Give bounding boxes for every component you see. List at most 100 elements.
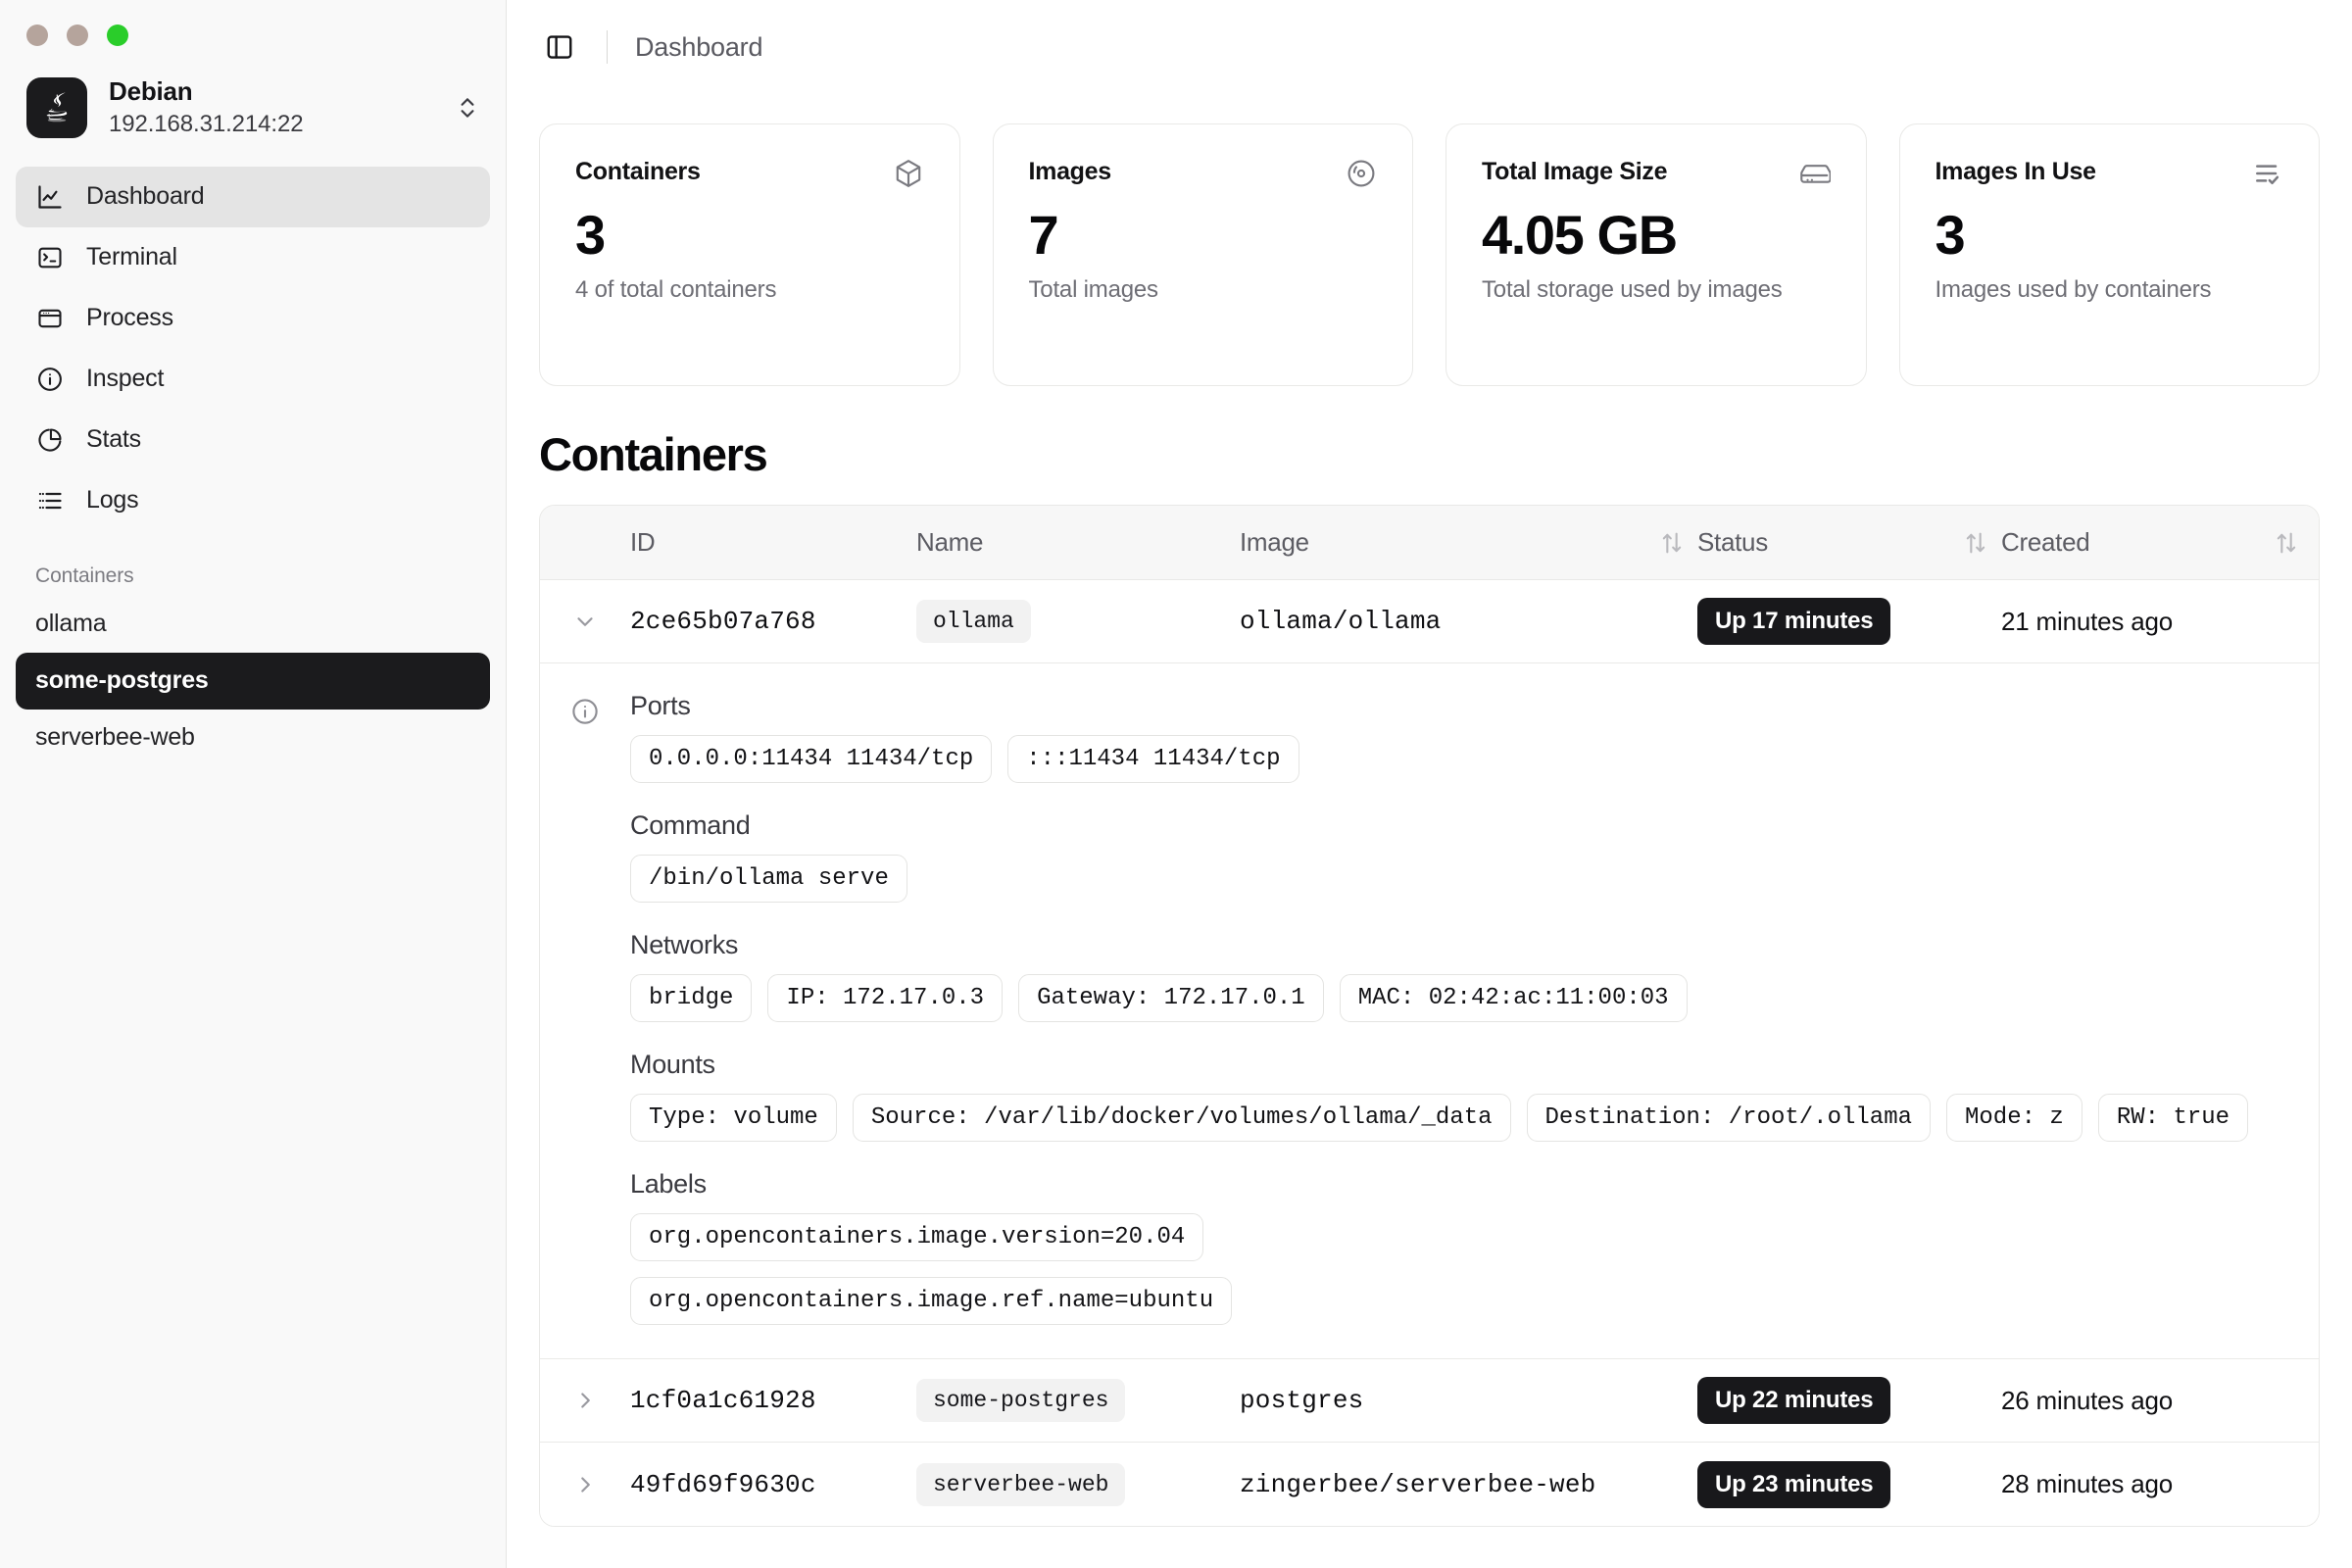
stat-card-title: Images bbox=[1029, 158, 1111, 186]
info-circle-icon bbox=[540, 691, 630, 1325]
stat-card-containers: Containers 3 4 of total containers bbox=[539, 123, 960, 386]
container-name-chip: ollama bbox=[916, 600, 1031, 643]
sidebar-item-terminal[interactable]: Terminal bbox=[16, 227, 490, 288]
sidebar-container-label: some-postgres bbox=[35, 666, 209, 695]
page-title: Containers bbox=[539, 427, 2352, 481]
chevrons-up-down-icon[interactable] bbox=[451, 95, 484, 121]
sidebar-item-inspect[interactable]: Inspect bbox=[16, 349, 490, 410]
detail-chip: RW: true bbox=[2098, 1094, 2248, 1142]
table-row[interactable]: 49fd69f9630c serverbee-web zingerbee/ser… bbox=[540, 1443, 2319, 1526]
stat-card-value: 4.05 GB bbox=[1482, 207, 1831, 265]
sidebar: Debian 192.168.31.214:22 Dashboard bbox=[0, 0, 507, 1568]
expand-row-button[interactable] bbox=[540, 1388, 630, 1413]
status-badge: Up 23 minutes bbox=[1697, 1461, 1890, 1508]
detail-chip: /bin/ollama serve bbox=[630, 855, 907, 903]
sidebar-container-serverbee-web[interactable]: serverbee-web bbox=[16, 710, 490, 766]
close-window-button[interactable] bbox=[26, 24, 48, 46]
maximize-window-button[interactable] bbox=[107, 24, 128, 46]
cell-created: 28 minutes ago bbox=[2001, 1469, 2254, 1499]
cell-name: ollama bbox=[916, 600, 1240, 643]
line-chart-icon bbox=[35, 182, 65, 212]
sidebar-nav: Dashboard Terminal bbox=[0, 167, 506, 531]
chevron-right-icon bbox=[572, 1472, 598, 1497]
host-switcher[interactable]: Debian 192.168.31.214:22 bbox=[26, 73, 484, 143]
stat-card-title: Total Image Size bbox=[1482, 158, 1667, 186]
sort-arrows-icon bbox=[1962, 529, 1989, 557]
sidebar-item-label: Inspect bbox=[86, 365, 164, 393]
sort-status-button[interactable] bbox=[1950, 529, 2001, 557]
cell-created: 26 minutes ago bbox=[2001, 1386, 2254, 1416]
detail-group-networks: Networks bridge IP: 172.17.0.3 Gateway: … bbox=[630, 930, 2279, 1022]
cell-id: 1cf0a1c61928 bbox=[630, 1386, 916, 1415]
status-badge: Up 17 minutes bbox=[1697, 598, 1890, 645]
host-address: 192.168.31.214:22 bbox=[109, 109, 451, 139]
list-checks-icon bbox=[2252, 158, 2283, 189]
expand-row-button[interactable] bbox=[540, 1472, 630, 1497]
cell-name: serverbee-web bbox=[916, 1463, 1240, 1506]
detail-group-label: Networks bbox=[630, 930, 2279, 960]
sidebar-container-ollama[interactable]: ollama bbox=[16, 596, 490, 653]
detail-group-label: Labels bbox=[630, 1169, 2279, 1200]
table-header-row: ID Name Image Status bbox=[540, 506, 2319, 580]
column-header-created[interactable]: Created bbox=[2001, 527, 2254, 558]
stat-card-value: 7 bbox=[1029, 207, 1378, 265]
detail-group-label: Command bbox=[630, 810, 2279, 841]
detail-group-mounts: Mounts Type: volume Source: /var/lib/doc… bbox=[630, 1050, 2279, 1142]
sidebar-item-dashboard[interactable]: Dashboard bbox=[16, 167, 490, 227]
sort-image-button[interactable] bbox=[1646, 529, 1697, 557]
sidebar-item-label: Stats bbox=[86, 425, 141, 454]
detail-chip: Source: /var/lib/docker/volumes/ollama/_… bbox=[853, 1094, 1511, 1142]
collapse-row-button[interactable] bbox=[540, 609, 630, 634]
stat-card-total-image-size: Total Image Size 4.05 GB Total storage u… bbox=[1446, 123, 1867, 386]
panel-left-icon bbox=[545, 32, 574, 62]
cell-image: postgres bbox=[1240, 1386, 1646, 1415]
sort-created-button[interactable] bbox=[2254, 529, 2319, 557]
detail-group-command: Command /bin/ollama serve bbox=[630, 810, 2279, 903]
sidebar-item-label: Process bbox=[86, 304, 173, 332]
cell-image: zingerbee/serverbee-web bbox=[1240, 1470, 1646, 1499]
sidebar-item-process[interactable]: Process bbox=[16, 288, 490, 349]
cell-id: 49fd69f9630c bbox=[630, 1470, 916, 1499]
host-name: Debian bbox=[109, 76, 451, 107]
column-header-status[interactable]: Status bbox=[1697, 527, 1950, 558]
table-row[interactable]: 1cf0a1c61928 some-postgres postgres Up 2… bbox=[540, 1359, 2319, 1443]
stat-card-value: 3 bbox=[1936, 207, 2284, 265]
stat-card-images-in-use: Images In Use 3 Images used by container… bbox=[1899, 123, 2321, 386]
sort-arrows-icon bbox=[1658, 529, 1686, 557]
sidebar-item-label: Logs bbox=[86, 486, 138, 514]
column-header-id[interactable]: ID bbox=[630, 527, 916, 558]
sidebar-item-label: Terminal bbox=[86, 243, 177, 271]
cell-status: Up 22 minutes bbox=[1697, 1377, 1950, 1424]
sidebar-container-list: ollama some-postgres serverbee-web bbox=[0, 596, 506, 766]
java-coffee-cup-icon bbox=[26, 77, 87, 138]
stat-card-title: Images In Use bbox=[1936, 158, 2096, 186]
breadcrumb: Dashboard bbox=[635, 32, 762, 63]
sidebar-item-label: Dashboard bbox=[86, 182, 205, 211]
stat-card-images: Images 7 Total images bbox=[993, 123, 1414, 386]
detail-chip: Gateway: 172.17.0.1 bbox=[1018, 974, 1324, 1022]
sidebar-container-label: ollama bbox=[35, 610, 106, 638]
disc-icon bbox=[1346, 158, 1377, 189]
stat-card-title: Containers bbox=[575, 158, 701, 186]
terminal-icon bbox=[35, 243, 65, 272]
table-row[interactable]: 2ce65b07a768 ollama ollama/ollama Up 17 … bbox=[540, 580, 2319, 663]
chevron-down-icon bbox=[572, 609, 598, 634]
minimize-window-button[interactable] bbox=[67, 24, 88, 46]
column-header-name[interactable]: Name bbox=[916, 527, 1240, 558]
detail-group-label: Mounts bbox=[630, 1050, 2279, 1080]
list-icon bbox=[35, 486, 65, 515]
sidebar-item-stats[interactable]: Stats bbox=[16, 410, 490, 470]
detail-chip: Destination: /root/.ollama bbox=[1527, 1094, 1931, 1142]
container-detail-panel: Ports 0.0.0.0:11434 11434/tcp :::11434 1… bbox=[540, 663, 2319, 1359]
cell-id: 2ce65b07a768 bbox=[630, 607, 916, 636]
toggle-sidebar-button[interactable] bbox=[538, 25, 581, 69]
sidebar-item-logs[interactable]: Logs bbox=[16, 470, 490, 531]
stat-card-subtitle: Images used by containers bbox=[1936, 276, 2284, 304]
container-name-chip: serverbee-web bbox=[916, 1463, 1125, 1506]
app-window: Debian 192.168.31.214:22 Dashboard bbox=[0, 0, 2352, 1568]
detail-chip: :::11434 11434/tcp bbox=[1007, 735, 1298, 783]
column-header-image[interactable]: Image bbox=[1240, 527, 1646, 558]
sidebar-container-some-postgres[interactable]: some-postgres bbox=[16, 653, 490, 710]
detail-chip: org.opencontainers.image.version=20.04 bbox=[630, 1213, 1203, 1261]
cell-created: 21 minutes ago bbox=[2001, 607, 2254, 637]
